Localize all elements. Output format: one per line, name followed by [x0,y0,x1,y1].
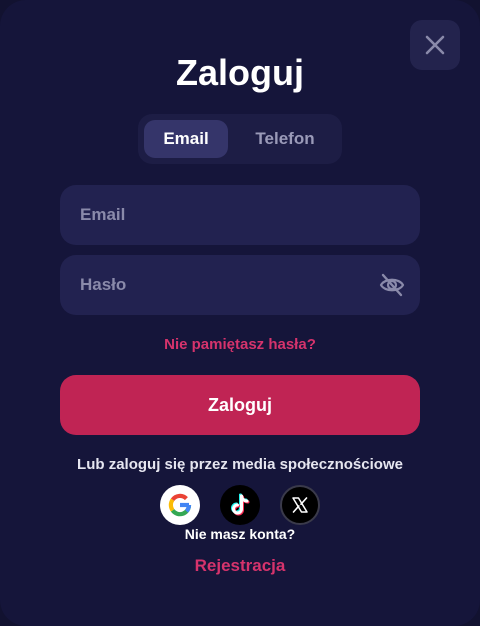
x-login-button[interactable] [280,485,320,525]
forgot-password-link[interactable]: Nie pamiętasz hasła? [0,335,480,355]
tab-email[interactable]: Email [144,120,228,158]
email-field-container [60,185,420,245]
modal-title: Zaloguj [176,52,304,93]
password-field-container [60,255,420,315]
toggle-password-visibility-button[interactable] [378,271,406,299]
tiktok-icon [231,493,250,516]
login-modal: Zaloguj Email Telefon Nie pamiętasz hasł… [0,0,480,626]
email-input[interactable] [60,185,420,245]
tab-phone[interactable]: Telefon [236,120,334,158]
register-link[interactable]: Rejestracja [0,555,480,577]
google-icon [168,493,192,517]
password-input[interactable] [60,255,420,315]
eye-off-icon [379,273,405,297]
tiktok-login-button[interactable] [220,485,260,525]
google-login-button[interactable] [160,485,200,525]
social-login-caption: Lub zaloguj się przez media społeczności… [77,456,403,473]
no-account-text: Nie masz konta? [184,526,296,542]
login-method-tabs: Email Telefon [138,114,342,164]
login-button[interactable]: Zaloguj [60,375,420,435]
x-icon [292,497,308,513]
